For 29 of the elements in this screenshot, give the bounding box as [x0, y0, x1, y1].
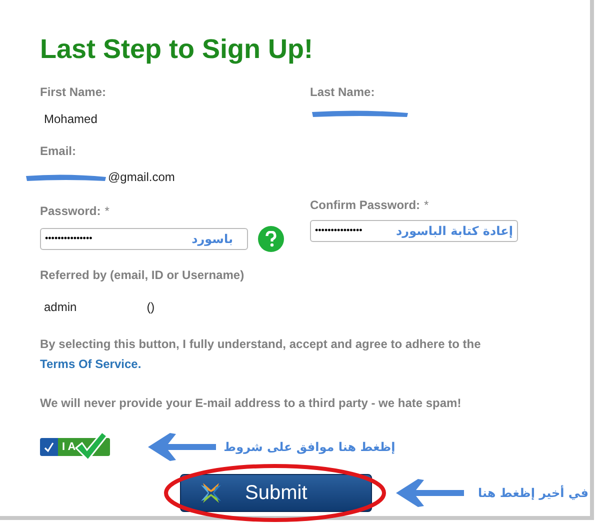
spam-note: We will never provide your E-mail address to a third party - we hate spam!: [40, 395, 462, 412]
field-value: Mohamed: [43, 111, 98, 128]
required-mark: *: [424, 197, 429, 214]
check-icon: [43, 441, 55, 453]
confirm-password-field[interactable]: ••••••••••••••• إعادة كتابة الباسورد: [310, 220, 518, 242]
field-label: Last Name:: [310, 84, 375, 101]
field-label: Referred by (email, ID or Username): [40, 267, 244, 284]
help-icon[interactable]: [258, 226, 284, 252]
field-label: Password:: [40, 203, 101, 220]
submit-button[interactable]: Submit: [180, 474, 372, 512]
logo-icon: [199, 481, 223, 505]
field-value: @gmail.com: [108, 169, 175, 186]
arrow-icon: [146, 432, 218, 462]
field-value: (): [146, 299, 155, 316]
annotation-text: في أخير إظغط هنا: [478, 484, 588, 502]
field-label: Confirm Password:: [310, 197, 420, 214]
annotation-text: باسورد: [192, 231, 234, 248]
terms-link[interactable]: Terms Of Service.: [40, 357, 142, 371]
checkmark-icon: [74, 430, 108, 462]
field-label: First Name:: [40, 84, 106, 101]
field-value: admin: [44, 299, 77, 316]
terms-text: By selecting this button, I fully understand, accept and agree to adhere to the Terms Of Service.: [40, 336, 482, 373]
arrow-icon: [394, 478, 466, 508]
required-mark: *: [104, 203, 110, 220]
annotation-text: إظغط هنا موافق على شروط: [224, 439, 396, 456]
password-field[interactable]: ••••••••••••••• باسورد: [40, 228, 248, 250]
annotation-text: إعادة كتابة الباسورد: [396, 223, 513, 240]
field-label: Email:: [40, 143, 76, 160]
page-title: Last Step to Sign Up!: [40, 36, 314, 63]
